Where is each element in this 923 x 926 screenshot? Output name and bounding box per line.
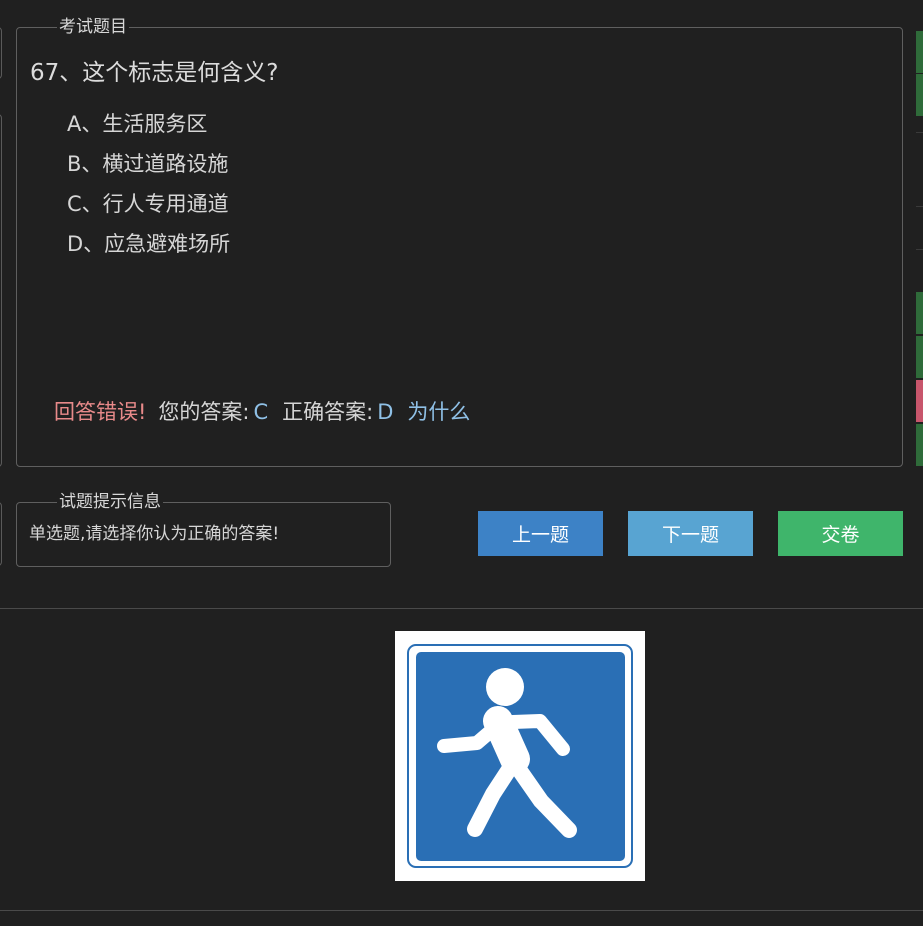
question-panel: 考试题目 67、这个标志是何含义? A、生活服务区 B、横过道路设施 C、行人专… — [16, 16, 903, 467]
answer-status-separator — [916, 206, 923, 207]
divider — [0, 910, 923, 911]
exam-screen: 考试题目 67、这个标志是何含义? A、生活服务区 B、横过道路设施 C、行人专… — [0, 0, 923, 926]
hint-panel: 试题提示信息 单选题,请选择你认为正确的答案! — [16, 491, 391, 567]
answer-status-strip-correct[interactable] — [916, 292, 923, 334]
answer-status-strip-correct[interactable] — [916, 424, 923, 466]
left-panel-edge — [0, 114, 2, 467]
answer-status-separator — [916, 249, 923, 250]
question-panel-title: 考试题目 — [57, 16, 129, 38]
divider — [0, 608, 923, 609]
answer-status-strip-correct[interactable] — [916, 336, 923, 378]
option-b[interactable]: B、横过道路设施 — [67, 150, 230, 190]
option-d[interactable]: D、应急避难场所 — [67, 230, 230, 270]
left-panel-edge — [0, 502, 2, 566]
answer-status-separator — [916, 132, 923, 133]
your-answer-label: 您的答案: — [158, 400, 250, 424]
why-link[interactable]: 为什么 — [407, 398, 470, 426]
left-panel-edge — [0, 27, 2, 79]
your-answer-value: C — [253, 400, 269, 424]
hint-panel-title: 试题提示信息 — [57, 491, 163, 513]
next-question-button[interactable]: 下一题 — [628, 511, 753, 556]
result-status: 回答错误! — [54, 400, 147, 424]
answer-status-strip-correct[interactable] — [916, 31, 923, 73]
option-a[interactable]: A、生活服务区 — [67, 110, 230, 150]
answer-status-strip-correct[interactable] — [916, 74, 923, 116]
option-list: A、生活服务区 B、横过道路设施 C、行人专用通道 D、应急避难场所 — [67, 110, 230, 270]
previous-question-button[interactable]: 上一题 — [478, 511, 603, 556]
correct-answer-value: D — [377, 400, 394, 424]
pedestrian-sign-icon — [407, 644, 633, 868]
result-line: 回答错误! 您的答案: C 正确答案: D 为什么 — [54, 398, 470, 426]
question-text: 67、这个标志是何含义? — [30, 60, 279, 86]
question-image — [395, 631, 645, 881]
answer-status-strip-wrong[interactable] — [916, 380, 923, 422]
correct-answer-label: 正确答案: — [282, 400, 374, 424]
hint-text: 单选题,请选择你认为正确的答案! — [29, 524, 280, 544]
option-c[interactable]: C、行人专用通道 — [67, 190, 230, 230]
submit-exam-button[interactable]: 交卷 — [778, 511, 903, 556]
